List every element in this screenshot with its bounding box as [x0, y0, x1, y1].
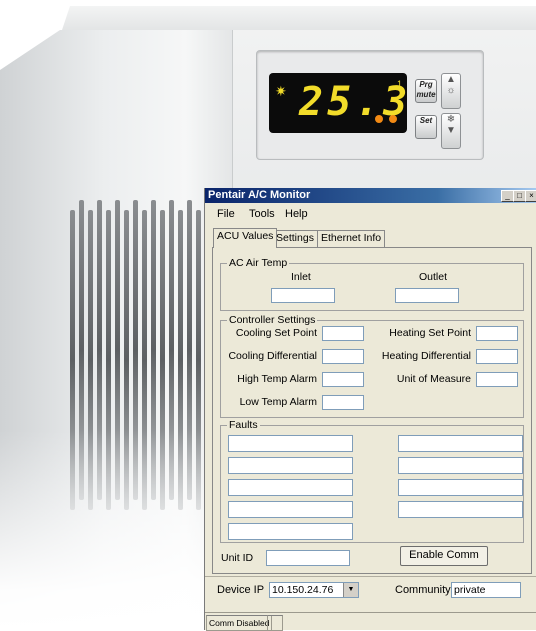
ac-air-temp-label: AC Air Temp: [227, 257, 290, 269]
ac-air-temp-group: AC Air Temp Inlet Outlet: [220, 257, 524, 311]
device-ip-label: Device IP: [217, 584, 265, 596]
unit-id-field[interactable]: [266, 550, 350, 566]
menu-bar: File Tools Help: [205, 204, 536, 224]
status-pane-empty: [267, 615, 283, 631]
compressor-indicator-icon: [375, 115, 383, 123]
set-button: Set: [415, 115, 437, 139]
heating-set-point-field[interactable]: [476, 326, 518, 341]
fault-field-5[interactable]: [228, 523, 353, 540]
fault-field-3[interactable]: [228, 479, 353, 496]
cooling-differential-field[interactable]: [322, 349, 364, 364]
heating-differential-field[interactable]: [476, 349, 518, 364]
fault-field-4[interactable]: [228, 501, 353, 518]
outlet-label: Outlet: [419, 271, 448, 283]
high-temp-alarm-label: High Temp Alarm: [237, 373, 317, 385]
window-title: Pentair A/C Monitor: [208, 189, 311, 201]
up-sun-button: ▲ ☼: [441, 73, 461, 109]
cooling-differential-label: Cooling Differential: [228, 350, 317, 362]
menu-file[interactable]: File: [217, 208, 235, 220]
inlet-label: Inlet: [291, 271, 311, 283]
title-bar: Pentair A/C Monitor _ □ ×: [205, 188, 536, 203]
outlet-temp-field[interactable]: [395, 288, 459, 303]
alarm-indicator-icon: [389, 115, 397, 123]
low-temp-alarm-field[interactable]: [322, 395, 364, 410]
menu-help[interactable]: Help: [285, 208, 308, 220]
menu-tools[interactable]: Tools: [249, 208, 275, 220]
device-ip-combo[interactable]: 10.150.24.76 ▼: [269, 582, 359, 598]
tab-ethernet-info[interactable]: Ethernet Info: [317, 230, 386, 247]
community-value: private: [454, 584, 486, 596]
lcd-display: ✷ 25.3 1: [269, 73, 407, 133]
fault-field-1[interactable]: [228, 435, 353, 452]
controller-settings-label: Controller Settings: [227, 314, 318, 326]
fault-field-9[interactable]: [398, 501, 523, 518]
connection-bar: Device IP 10.150.24.76 ▼ Community priva…: [205, 576, 536, 603]
fault-field-8[interactable]: [398, 479, 523, 496]
controller-panel: ✷ 25.3 1 Prg mute Set ▲ ☼ ❄ ▼: [256, 50, 484, 160]
unit-id-label: Unit ID: [221, 552, 254, 564]
faults-group: Faults: [220, 419, 524, 543]
enable-comm-button[interactable]: Enable Comm: [400, 546, 488, 566]
unit-of-measure-field[interactable]: [476, 372, 518, 387]
controller-settings-group: Controller Settings Cooling Set Point Co…: [220, 314, 524, 418]
community-field[interactable]: private: [451, 582, 521, 598]
community-label: Community: [395, 584, 451, 596]
app-window: Pentair A/C Monitor _ □ × File Tools Hel…: [204, 188, 536, 631]
tab-acu-values[interactable]: ACU Values: [213, 228, 278, 248]
inlet-temp-field[interactable]: [271, 288, 335, 303]
device-ip-value: 10.150.24.76: [272, 584, 334, 596]
status-bar: Comm Disabled: [205, 612, 536, 631]
faults-label: Faults: [227, 419, 260, 431]
cooling-set-point-field[interactable]: [322, 326, 364, 341]
fault-field-2[interactable]: [228, 457, 353, 474]
fault-field-7[interactable]: [398, 457, 523, 474]
unit-of-measure-label: Unit of Measure: [396, 373, 471, 385]
low-temp-alarm-label: Low Temp Alarm: [239, 396, 317, 408]
close-icon[interactable]: ×: [525, 190, 536, 202]
fault-field-6[interactable]: [398, 435, 523, 452]
status-text: Comm Disabled: [206, 615, 273, 631]
display-superscript: 1: [397, 79, 403, 89]
cooling-set-point-label: Cooling Set Point: [235, 327, 317, 339]
acu-values-page: AC Air Temp Inlet Outlet Controller Sett…: [212, 247, 532, 574]
heating-set-point-label: Heating Set Point: [389, 327, 471, 339]
chevron-down-icon[interactable]: ▼: [343, 583, 358, 597]
prg-mute-button: Prg mute: [415, 79, 437, 103]
tab-settings[interactable]: Settings: [272, 230, 318, 247]
down-snowflake-button: ❄ ▼: [441, 113, 461, 149]
heating-differential-label: Heating Differential: [381, 350, 471, 362]
sun-icon: ✷: [275, 83, 287, 99]
high-temp-alarm-field[interactable]: [322, 372, 364, 387]
